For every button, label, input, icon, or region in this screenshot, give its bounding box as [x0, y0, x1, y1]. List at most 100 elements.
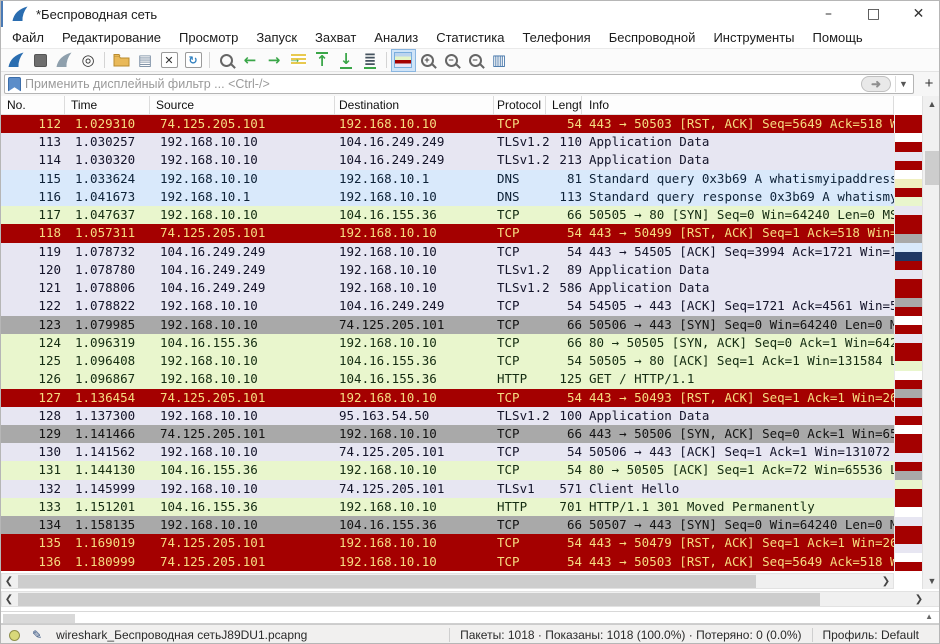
- maximize-button[interactable]: □: [851, 1, 896, 27]
- stop-capture-icon[interactable]: [29, 50, 52, 71]
- menu-item-5[interactable]: Анализ: [365, 28, 427, 47]
- hscroll2-thumb[interactable]: [18, 593, 820, 606]
- start-capture-icon[interactable]: [5, 50, 28, 71]
- packet-row-135[interactable]: 1351.16901974.125.205.101192.168.10.10TC…: [1, 534, 894, 552]
- cell-no: 118: [1, 224, 65, 242]
- packet-row-131[interactable]: 1311.144130104.16.155.36192.168.10.10TCP…: [1, 461, 894, 479]
- save-file-icon[interactable]: ▤: [134, 50, 157, 71]
- restart-capture-icon[interactable]: [53, 50, 76, 71]
- packet-row-128[interactable]: 1281.137300192.168.10.1095.163.54.50TLSv…: [1, 407, 894, 425]
- packet-row-117[interactable]: 1171.047637192.168.10.10104.16.155.36TCP…: [1, 206, 894, 224]
- menu-item-9[interactable]: Инструменты: [704, 28, 803, 47]
- menu-item-6[interactable]: Статистика: [427, 28, 513, 47]
- packet-row-125[interactable]: 1251.096408192.168.10.10104.16.155.36TCP…: [1, 352, 894, 370]
- capture-options-icon[interactable]: ◎: [77, 50, 100, 71]
- menu-item-10[interactable]: Помощь: [804, 28, 872, 47]
- collapsed-pane-arrow-icon[interactable]: ▲: [925, 612, 933, 621]
- menu-item-4[interactable]: Захват: [306, 28, 365, 47]
- colorize-icon[interactable]: [392, 50, 415, 71]
- packet-row-113[interactable]: 1131.030257192.168.10.10104.16.249.249TL…: [1, 133, 894, 151]
- menu-item-0[interactable]: Файл: [3, 28, 53, 47]
- auto-scroll-icon[interactable]: ≣: [359, 50, 382, 71]
- close-button[interactable]: ✕: [896, 1, 940, 27]
- column-header-protocol[interactable]: Protocol: [494, 96, 546, 115]
- packet-row-114[interactable]: 1141.030320192.168.10.10104.16.249.249TL…: [1, 151, 894, 169]
- hscroll1-thumb[interactable]: [18, 575, 756, 588]
- packet-row-124[interactable]: 1241.096319104.16.155.36192.168.10.10TCP…: [1, 334, 894, 352]
- reload-file-icon[interactable]: ↻: [182, 50, 205, 71]
- packet-row-123[interactable]: 1231.079985192.168.10.1074.125.205.101TC…: [1, 316, 894, 334]
- menu-item-1[interactable]: Редактирование: [53, 28, 170, 47]
- packet-row-116[interactable]: 1161.041673192.168.10.1192.168.10.10DNS1…: [1, 188, 894, 206]
- packet-row-112[interactable]: 1121.02931074.125.205.101192.168.10.10TC…: [1, 115, 894, 133]
- cell-proto: TCP: [494, 243, 546, 261]
- column-header-no[interactable]: No.: [1, 96, 65, 115]
- packet-row-126[interactable]: 1261.096867192.168.10.10104.16.155.36HTT…: [1, 370, 894, 388]
- open-file-icon[interactable]: [110, 50, 133, 71]
- filter-dropdown-caret-icon[interactable]: ▼: [895, 76, 911, 92]
- column-header-destination[interactable]: Destination: [335, 96, 494, 115]
- cell-src: 74.125.205.101: [150, 389, 335, 407]
- collapsed-pane-thumb[interactable]: [3, 614, 75, 623]
- minimap-stripe: [895, 507, 922, 516]
- zoom-100-icon[interactable]: −: [464, 50, 487, 71]
- resize-grip[interactable]: [929, 625, 940, 644]
- go-to-packet-icon[interactable]: [287, 50, 310, 71]
- last-packet-icon[interactable]: ↓: [335, 50, 358, 71]
- column-header-source[interactable]: Source: [150, 96, 335, 115]
- hscroll2-right-arrow-icon[interactable]: ❯: [912, 592, 926, 607]
- display-filter-input[interactable]: [25, 77, 861, 91]
- add-filter-button-plus-icon[interactable]: +: [920, 75, 938, 93]
- column-header-time[interactable]: Time: [65, 96, 150, 115]
- vertical-scrollbar[interactable]: ▲ ▼: [922, 96, 940, 589]
- zoom-in-icon[interactable]: +: [416, 50, 439, 71]
- packet-row-118[interactable]: 1181.05731174.125.205.101192.168.10.10TC…: [1, 224, 894, 242]
- next-packet-icon[interactable]: →: [263, 50, 286, 71]
- column-header-info[interactable]: Info: [582, 96, 894, 115]
- close-file-icon[interactable]: ✕: [158, 50, 181, 71]
- bottom-hscrollbar[interactable]: ❮ ❯: [1, 591, 940, 607]
- menu-item-7[interactable]: Телефония: [513, 28, 599, 47]
- packet-row-115[interactable]: 1151.033624192.168.10.10192.168.10.1DNS8…: [1, 170, 894, 188]
- minimap-stripe: [895, 462, 922, 471]
- column-header-length[interactable]: Length: [546, 96, 582, 115]
- packet-row-130[interactable]: 1301.141562192.168.10.1074.125.205.101TC…: [1, 443, 894, 461]
- scroll-up-arrow-icon[interactable]: ▲: [923, 99, 940, 109]
- menu-item-2[interactable]: Просмотр: [170, 28, 247, 47]
- cell-no: 123: [1, 316, 65, 334]
- expert-info-indicator[interactable]: [9, 630, 20, 641]
- packet-row-121[interactable]: 1211.078806104.16.249.249192.168.10.10TL…: [1, 279, 894, 297]
- capture-comment-icon[interactable]: ✎: [32, 628, 42, 642]
- zoom-out-icon[interactable]: −: [440, 50, 463, 71]
- find-packet-icon[interactable]: [215, 50, 238, 71]
- filter-bookmark-icon[interactable]: [8, 77, 21, 92]
- apply-filter-button[interactable]: ➜: [861, 76, 891, 92]
- menu-item-8[interactable]: Беспроводной: [600, 28, 705, 47]
- packet-row-122[interactable]: 1221.078822192.168.10.10104.16.249.249TC…: [1, 297, 894, 315]
- packet-row-134[interactable]: 1341.158135192.168.10.10104.16.155.36TCP…: [1, 516, 894, 534]
- packet-row-136[interactable]: 1361.18099974.125.205.101192.168.10.10TC…: [1, 553, 894, 571]
- packet-row-127[interactable]: 1271.13645474.125.205.101192.168.10.10TC…: [1, 389, 894, 407]
- scroll-down-arrow-icon[interactable]: ▼: [923, 576, 940, 586]
- menu-item-3[interactable]: Запуск: [247, 28, 306, 47]
- previous-packet-icon[interactable]: ←: [239, 50, 262, 71]
- packet-row-129[interactable]: 1291.14146674.125.205.101192.168.10.10TC…: [1, 425, 894, 443]
- packet-row-119[interactable]: 1191.078732104.16.249.249192.168.10.10TC…: [1, 243, 894, 261]
- hscroll1-left-arrow-icon[interactable]: ❮: [2, 574, 16, 589]
- packet-row-132[interactable]: 1321.145999192.168.10.1074.125.205.101TL…: [1, 480, 894, 498]
- profile-selector[interactable]: Профиль: Default: [812, 628, 930, 642]
- packet-minimap[interactable]: [894, 115, 922, 571]
- minimize-button[interactable]: –: [806, 1, 851, 27]
- first-packet-icon[interactable]: ↑: [311, 50, 334, 71]
- hscroll1-right-arrow-icon[interactable]: ❯: [879, 574, 893, 589]
- packet-row-133[interactable]: 1331.151201104.16.155.36192.168.10.10HTT…: [1, 498, 894, 516]
- hscroll2-left-arrow-icon[interactable]: ❮: [2, 592, 16, 607]
- cell-info: Standard query response 0x3b69 A whatism…: [582, 188, 894, 206]
- cell-no: 112: [1, 115, 65, 133]
- packet-list-hscrollbar[interactable]: ❮ ❯: [1, 573, 894, 589]
- resize-columns-icon[interactable]: ▥: [488, 50, 511, 71]
- cell-time: 1.144130: [65, 461, 150, 479]
- vertical-scrollbar-thumb[interactable]: [925, 151, 940, 185]
- packet-row-120[interactable]: 1201.078780104.16.249.249192.168.10.10TL…: [1, 261, 894, 279]
- cell-len: 66: [546, 516, 582, 534]
